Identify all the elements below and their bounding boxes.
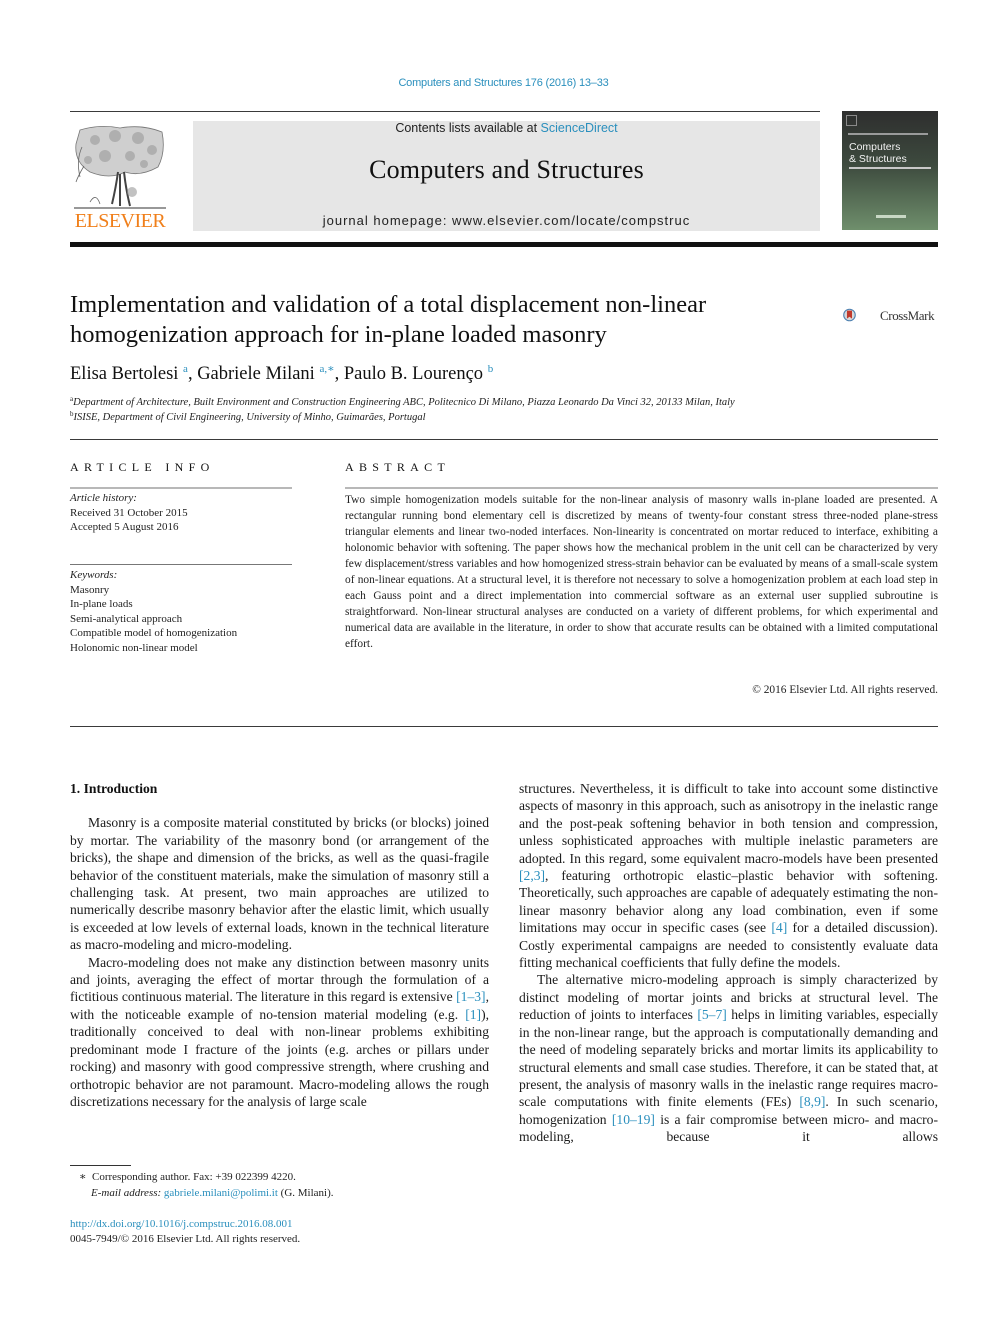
citation-link[interactable]: [1]	[465, 1007, 481, 1022]
author-affiliation-mark[interactable]: a,∗	[319, 363, 334, 375]
paragraph: Masonry is a composite material constitu…	[70, 815, 489, 953]
email-link[interactable]: gabriele.milani@polimi.it	[164, 1187, 278, 1199]
citation-link[interactable]: [1–3]	[456, 989, 485, 1004]
keyword: Semi-analytical approach	[70, 612, 183, 625]
cover-title: Computers & Structures	[849, 141, 907, 165]
top-divider	[70, 111, 820, 112]
keyword: In-plane loads	[70, 598, 133, 610]
author-affiliation-mark[interactable]: b	[488, 363, 494, 375]
accepted-date: Accepted 5 August 2016	[70, 521, 179, 533]
affiliation-a: aDepartment of Architecture, Built Envir…	[70, 395, 735, 408]
received-date: Received 31 October 2015	[70, 506, 188, 519]
author-name[interactable]: Elisa Bertolesi	[70, 364, 178, 384]
body-right-column: structures. Nevertheless, it is difficul…	[519, 780, 938, 1146]
keywords-label: Keywords:	[70, 569, 118, 581]
cover-tagline-bar	[849, 167, 931, 169]
article-title: Implementation and validation of a total…	[70, 291, 707, 348]
abstract-divider	[345, 487, 938, 489]
paragraph: The alternative micro-modeling approach …	[519, 972, 938, 1145]
citation-link[interactable]: [4]	[771, 920, 787, 935]
citation-link[interactable]: [10–19]	[612, 1112, 655, 1127]
cover-publisher-logo-icon	[846, 115, 857, 126]
citation-link[interactable]: [8,9]	[799, 1094, 825, 1109]
citation-link[interactable]: [2,3]	[519, 868, 545, 883]
title-divider	[70, 439, 938, 440]
section-heading-introduction: 1. Introduction	[70, 781, 158, 796]
issn-copyright: 0045-7949/© 2016 Elsevier Ltd. All right…	[70, 1232, 301, 1245]
abstract-text: Two simple homogenization models suitabl…	[345, 494, 938, 650]
contents-prefix: Contents lists available at	[395, 121, 541, 135]
footnote-divider	[70, 1165, 131, 1166]
keywords-divider	[70, 564, 292, 565]
keyword: Holonomic non-linear model	[70, 641, 198, 654]
article-history-label: Article history:	[70, 492, 137, 504]
affiliation-b: bISISE, Department of Civil Engineering,…	[70, 410, 426, 423]
header-thick-divider	[70, 242, 938, 247]
author-name[interactable]: Paulo B. Lourenço	[344, 364, 483, 384]
keyword: Compatible model of homogenization	[70, 627, 238, 639]
elsevier-wordmark[interactable]: ELSEVIER	[70, 210, 170, 233]
article-history: Article history: Received 31 October 201…	[70, 491, 188, 535]
paragraph: structures. Nevertheless, it is difficul…	[519, 781, 938, 971]
crossmark-icon[interactable]	[843, 297, 879, 333]
body-left-column: 1. Introduction Masonry is a composite m…	[70, 780, 489, 1110]
corresponding-author-note: ∗ Corresponding author. Fax: +39 022399 …	[79, 1171, 296, 1183]
abstract-bottom-divider	[70, 726, 938, 727]
article-info-divider	[70, 487, 292, 489]
email-note: E-mail address: gabriele.milani@polimi.i…	[91, 1187, 334, 1199]
doi-block: http://dx.doi.org/10.1016/j.compstruc.20…	[70, 1217, 300, 1246]
cover-footer-bar	[876, 215, 906, 218]
contents-available-line: Contents lists available at ScienceDirec…	[193, 121, 820, 135]
author-list: Elisa Bertolesi a, Gabriele Milani a,∗, …	[70, 363, 494, 384]
abstract-copyright: © 2016 Elsevier Ltd. All rights reserved…	[752, 684, 938, 696]
cover-subtitle-bar	[848, 133, 928, 135]
journal-name: Computers and Structures	[369, 155, 644, 184]
sciencedirect-link[interactable]: ScienceDirect	[541, 121, 618, 135]
author-name[interactable]: Gabriele Milani	[197, 364, 315, 384]
article-info-heading: ARTICLE INFO	[70, 460, 215, 474]
citation-link[interactable]: [5–7]	[697, 1007, 726, 1022]
abstract-heading: ABSTRACT	[345, 460, 451, 474]
paragraph: Macro-modeling does not make any distinc…	[70, 954, 489, 1109]
journal-cover-image[interactable]: Computers & Structures	[842, 111, 938, 230]
keywords-block: Keywords: Masonry In-plane loads Semi-an…	[70, 568, 237, 655]
journal-reference[interactable]: Computers and Structures 176 (2016) 13–3…	[0, 77, 992, 89]
crossmark-label[interactable]: CrossMark	[880, 308, 935, 324]
doi-link[interactable]: http://dx.doi.org/10.1016/j.compstruc.20…	[70, 1218, 293, 1230]
journal-homepage[interactable]: journal homepage: www.elsevier.com/locat…	[193, 213, 820, 228]
keyword: Masonry	[70, 583, 110, 596]
